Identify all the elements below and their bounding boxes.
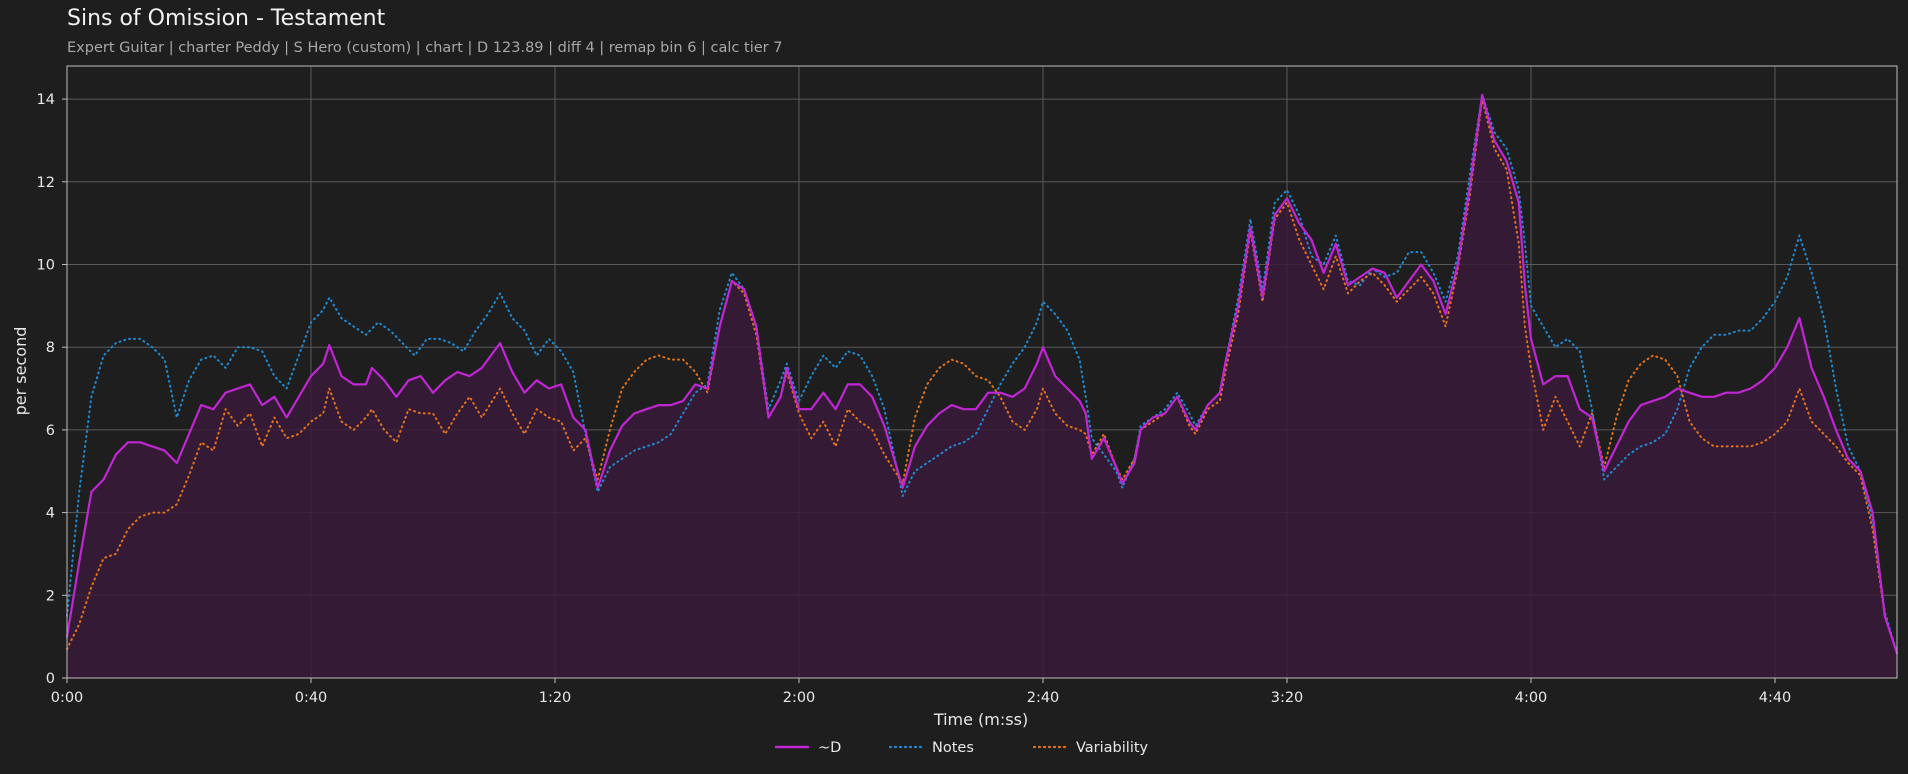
x-tick-label: 4:00	[1515, 690, 1548, 706]
x-axis-label: Time (m:ss)	[933, 710, 1028, 729]
y-axis-ticks: 0 2 4 6 8 10 12 14	[37, 92, 67, 687]
legend: ~D Notes Variability	[774, 740, 1149, 756]
x-tick-label: 0:40	[295, 690, 328, 706]
y-tick-label: 2	[46, 588, 55, 604]
x-tick-label: 2:00	[783, 690, 816, 706]
y-tick-label: 8	[46, 340, 55, 356]
y-tick-label: 0	[46, 671, 55, 687]
series-area-d	[67, 94, 1897, 678]
x-tick-label: 1:20	[539, 690, 572, 706]
y-axis-label: per second	[11, 327, 30, 416]
x-tick-label: 4:40	[1759, 690, 1792, 706]
y-tick-label: 4	[46, 506, 55, 522]
legend-label: Notes	[932, 740, 974, 756]
x-tick-label: 2:40	[1027, 690, 1060, 706]
x-tick-label: 0:00	[51, 690, 84, 706]
x-tick-label: 3:20	[1271, 690, 1304, 706]
y-tick-label: 14	[37, 92, 55, 108]
y-tick-label: 6	[46, 423, 55, 439]
legend-item: Notes	[888, 740, 974, 756]
legend-label: Variability	[1076, 740, 1149, 756]
y-tick-label: 12	[37, 175, 55, 191]
line-chart: 0:00 0:40 1:20 2:00 2:40 3:20 4:00 4:40 0 2 4 6 8 10…	[11, 65, 1899, 756]
series-fills	[67, 94, 1897, 678]
x-axis-ticks: 0:00 0:40 1:20 2:00 2:40 3:20 4:00 4:40	[51, 678, 1792, 706]
y-tick-label: 10	[37, 257, 55, 273]
legend-item: Variability	[1032, 740, 1149, 756]
legend-label: ~D	[818, 740, 841, 756]
legend-item: ~D	[774, 740, 841, 756]
